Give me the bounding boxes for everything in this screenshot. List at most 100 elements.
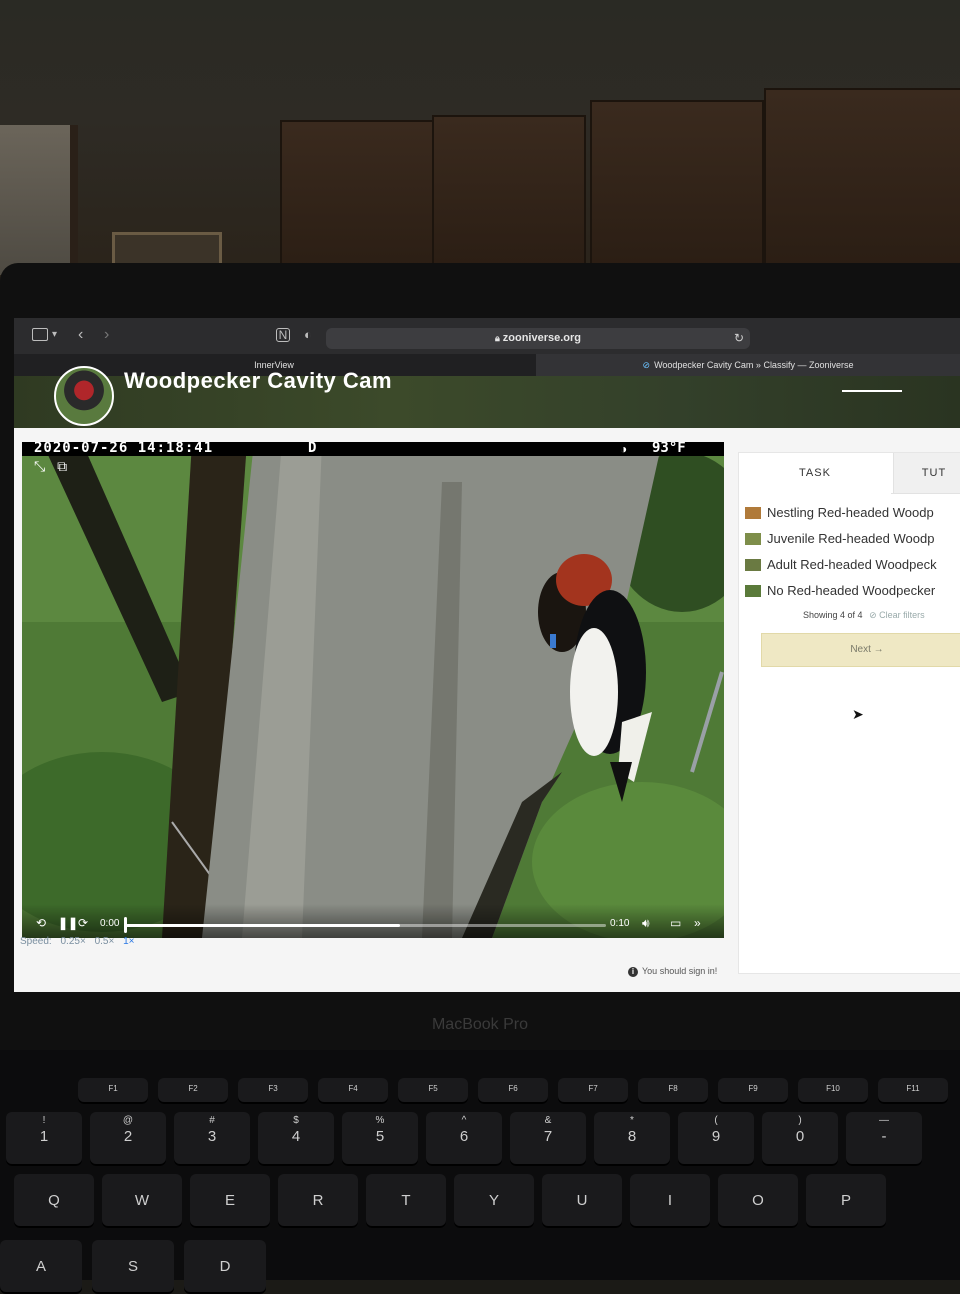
pip-icon[interactable]: ⧉ (57, 458, 67, 474)
key[interactable]: F2 (158, 1078, 228, 1104)
key[interactable]: ! 1 (6, 1112, 82, 1166)
pause-icon[interactable]: ❚❚ (58, 916, 78, 930)
progress-bar[interactable] (126, 924, 606, 927)
rewind-icon[interactable]: ⟲ (36, 916, 46, 930)
key[interactable]: #3 (174, 1112, 250, 1166)
speed-option[interactable]: 0.25× (60, 936, 85, 947)
choice-label: Juvenile Red-headed Woodp (767, 531, 935, 546)
video-timestamp: 2020-07-26 14:18:41 (34, 442, 214, 456)
key[interactable]: Y (454, 1174, 534, 1228)
volume-icon[interactable]: 🔊︎ (642, 916, 650, 931)
key[interactable]: F4 (318, 1078, 388, 1104)
expand-icon[interactable]: ⤡ (34, 458, 45, 474)
key[interactable]: F5 (398, 1078, 468, 1104)
laptop-screen: ▾ ‹ › N ◐ 🔒︎ zooniverse.org ↻ InnerView ⊘… (14, 318, 960, 992)
key[interactable]: % 5 (342, 1112, 418, 1166)
chevron-down-icon[interactable]: ▾ (52, 326, 57, 344)
airplay-icon[interactable]: ▭ (670, 916, 681, 930)
showing-text: Showing 4 of 4 (803, 610, 863, 620)
key[interactable]: I (630, 1174, 710, 1228)
tab-zooniverse[interactable]: ⊘ Woodpecker Cavity Cam » Classify — Zoon… (536, 354, 960, 376)
showing-count: Showing 4 of 4 ⊘ Clear filters (803, 610, 925, 621)
key[interactable]: * 8 (594, 1112, 670, 1166)
reload-icon[interactable]: ↻ (734, 331, 744, 345)
key[interactable]: & 7 (510, 1112, 586, 1166)
key[interactable]: ^ 6 (426, 1112, 502, 1166)
choice-adult[interactable]: Adult Red-headed Woodpeck (745, 553, 960, 579)
tab-task[interactable]: TASK (739, 453, 891, 495)
sidebar-toggle-icon[interactable] (32, 328, 48, 341)
key[interactable]: F6 (478, 1078, 548, 1104)
speed-label: Speed: (20, 936, 52, 947)
tab-label: Woodpecker Cavity Cam » Classify — Zooni… (654, 360, 854, 370)
doorway (0, 125, 78, 275)
key[interactable]: ) 0 (762, 1112, 838, 1166)
current-time: 0:00 (100, 918, 120, 929)
speed-option-active[interactable]: 1× (123, 936, 134, 947)
key[interactable]: S (92, 1240, 174, 1294)
choice-nestling[interactable]: Nestling Red-headed Woodp (745, 501, 960, 527)
panel-tabs: TASK TUT (739, 453, 960, 495)
key[interactable]: @2 (90, 1112, 166, 1166)
key[interactable]: $4 (258, 1112, 334, 1166)
progress-fill (126, 924, 400, 927)
classify-content: 2020-07-26 14:18:41 D ◑ 93°F ⤡ ⧉ ⟲ ❚❚ ⟳ … (14, 428, 960, 992)
key[interactable]: F9 (718, 1078, 788, 1104)
key[interactable]: O (718, 1174, 798, 1228)
next-button[interactable]: Next → (761, 633, 960, 667)
cabinet-3 (590, 100, 764, 269)
video-overlay-top: 2020-07-26 14:18:41 D ◑ 93°F (22, 442, 724, 456)
key[interactable]: F1 (78, 1078, 148, 1104)
key[interactable]: D (184, 1240, 266, 1294)
project-avatar[interactable] (54, 366, 114, 426)
moon-phase-icon: ◑ (620, 442, 628, 456)
choice-thumbnail (745, 533, 761, 545)
key[interactable]: W (102, 1174, 182, 1228)
key[interactable]: T (366, 1174, 446, 1228)
more-icon[interactable]: » (694, 916, 701, 930)
back-icon[interactable]: ‹ (78, 326, 83, 344)
clear-filters-link[interactable]: ⊘ Clear filters (869, 610, 925, 620)
key[interactable]: F7 (558, 1078, 628, 1104)
cabinet-2 (432, 115, 586, 269)
project-header: Woodpecker Cavity Cam (14, 366, 960, 428)
tab-tutorial[interactable]: TUT (893, 453, 960, 493)
url-text: zooniverse.org (502, 332, 582, 344)
temperature: 93°F (652, 442, 686, 456)
choice-juvenile[interactable]: Juvenile Red-headed Woodp (745, 527, 960, 553)
key[interactable]: E (190, 1174, 270, 1228)
cabinet-4 (764, 88, 960, 267)
video-controls: ⟲ ❚❚ ⟳ 0:00 0:10 🔊︎ ▭ » (22, 904, 724, 938)
choice-label: Nestling Red-headed Woodp (767, 505, 934, 520)
camera-mode: D (308, 442, 317, 456)
choice-none[interactable]: No Red-headed Woodpecker (745, 579, 960, 605)
key[interactable]: F3 (238, 1078, 308, 1104)
key[interactable]: F10 (798, 1078, 868, 1104)
progress-handle[interactable] (124, 917, 127, 933)
key[interactable]: (9 (678, 1112, 754, 1166)
speed-option[interactable]: 0.5× (95, 936, 115, 947)
forward-skip-icon[interactable]: ⟳ (78, 916, 88, 930)
project-title[interactable]: Woodpecker Cavity Cam (124, 368, 392, 394)
choice-list: Nestling Red-headed Woodp Juvenile Red-h… (745, 501, 960, 605)
forward-icon[interactable]: › (104, 326, 109, 344)
key[interactable]: F11 (878, 1078, 948, 1104)
key[interactable]: R (278, 1174, 358, 1228)
sign-in-notice[interactable]: i You should sign in! (628, 966, 717, 977)
notion-extension-icon[interactable]: N (276, 328, 290, 342)
shield-icon[interactable]: ◐ (304, 326, 312, 344)
address-bar[interactable]: 🔒︎ zooniverse.org ↻ (326, 328, 750, 349)
info-icon: i (628, 967, 638, 977)
key[interactable]: F8 (638, 1078, 708, 1104)
browser-toolbar: ▾ ‹ › N ◐ 🔒︎ zooniverse.org ↻ (14, 318, 960, 354)
trail-cam-video[interactable]: 2020-07-26 14:18:41 D ◑ 93°F ⤡ ⧉ ⟲ ❚❚ ⟳ … (22, 442, 724, 938)
key[interactable]: Q (14, 1174, 94, 1228)
video-frame-image (22, 442, 724, 938)
key[interactable]: — - (846, 1112, 922, 1166)
choice-thumbnail (745, 559, 761, 571)
room-background (0, 0, 960, 300)
key[interactable]: P (806, 1174, 886, 1228)
key[interactable]: A (0, 1240, 82, 1294)
choice-thumbnail (745, 507, 761, 519)
key[interactable]: U (542, 1174, 622, 1228)
